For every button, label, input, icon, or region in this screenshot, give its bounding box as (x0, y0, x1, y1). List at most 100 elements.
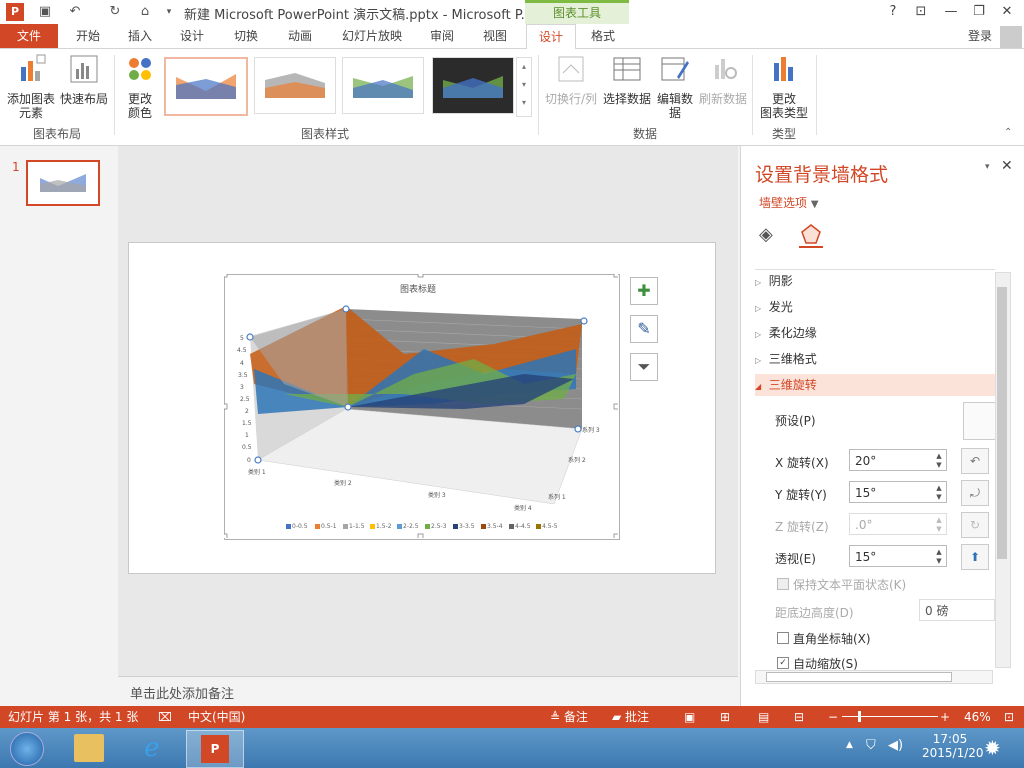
undo-icon[interactable]: ↶ (66, 3, 84, 21)
wall-options-dropdown[interactable]: 墙壁选项 ▼ (759, 194, 819, 211)
chart-styles-brush-icon[interactable]: ✎ (630, 315, 658, 343)
tab-review[interactable]: 审阅 (418, 24, 466, 48)
zoom-out-icon[interactable]: − (828, 706, 838, 728)
pane-horizontal-scrollbar[interactable] (755, 670, 993, 684)
zoom-slider-thumb[interactable] (858, 711, 861, 722)
quick-layout-button[interactable]: 快速布局 (58, 53, 110, 106)
right-angle-axes-label: 直角坐标轴(X) (793, 632, 871, 646)
section-3d-format[interactable]: ▷ 三维格式 (755, 348, 995, 370)
clock[interactable]: 17:05 2015/1/20 (922, 732, 984, 760)
chart-tools-label: 图表工具 (525, 0, 629, 24)
switch-icon (558, 56, 584, 82)
preset-picker[interactable] (963, 402, 997, 440)
change-chart-type-button[interactable]: 更改 图表类型 (756, 53, 812, 120)
security-shield-icon[interactable]: ⛉ (866, 738, 876, 753)
pane-hscroll-thumb[interactable] (766, 672, 952, 682)
collapse-ribbon-icon[interactable]: ⌃ (1004, 127, 1012, 138)
fit-to-window-icon[interactable]: ⊡ (1004, 706, 1014, 728)
tab-animations[interactable]: 动画 (276, 24, 324, 48)
tab-slideshow[interactable]: 幻灯片放映 (334, 24, 410, 48)
presentation-icon[interactable]: ⌂ (136, 3, 154, 21)
slide-thumbnail[interactable] (26, 160, 100, 206)
y-rotation-input[interactable]: 15° ▲ ▼ (849, 481, 947, 503)
tab-transitions[interactable]: 切换 (222, 24, 270, 48)
chart-filter-icon[interactable]: ⏷ (630, 353, 658, 381)
z-rotation-input[interactable]: .0° ▲ ▼ (849, 513, 947, 535)
notes-placeholder[interactable]: 单击此处添加备注 (130, 683, 234, 702)
keep-text-flat-checkbox[interactable] (777, 578, 789, 590)
legend-item: 4.5-5 (536, 523, 558, 530)
styles-scroll[interactable]: ▴ ▾ ▾ (516, 57, 532, 117)
tab-home[interactable]: 开始 (66, 24, 110, 48)
customize-qat-icon[interactable]: ▾ (160, 3, 178, 21)
save-icon[interactable]: ▣ (36, 3, 54, 21)
tab-file[interactable]: 文件 (0, 24, 58, 48)
chart-style-1[interactable] (164, 57, 248, 116)
minimize-icon[interactable]: — (940, 2, 962, 22)
notes-pane[interactable]: 单击此处添加备注 (118, 676, 738, 707)
restore-icon[interactable]: ❐ (968, 2, 990, 22)
switch-row-column-button[interactable]: 切换行/列 (542, 53, 600, 106)
close-icon[interactable]: ✕ (996, 2, 1018, 22)
tab-view[interactable]: 视图 (472, 24, 518, 48)
pane-options-icon[interactable]: ▾ (985, 162, 990, 172)
reading-view-icon[interactable]: ▤ (758, 706, 769, 728)
zoom-level[interactable]: 46% (964, 706, 991, 728)
chart-elements-button[interactable]: ✚ (630, 277, 658, 305)
tab-chart-design[interactable]: 设计 (526, 24, 576, 50)
normal-view-icon[interactable]: ▣ (684, 706, 695, 728)
change-colors-button[interactable]: 更改 颜色 (118, 53, 162, 120)
tab-design[interactable]: 设计 (170, 24, 214, 48)
y-rotate-icon[interactable]: ⤾ (961, 480, 989, 506)
zoom-in-icon[interactable]: + (940, 706, 950, 728)
section-soft-edges[interactable]: ▷ 柔化边缘 (755, 322, 995, 344)
volume-icon[interactable]: ◀) (888, 738, 903, 753)
perspective-input[interactable]: 15° ▲ ▼ (849, 545, 947, 567)
signin-link[interactable]: 登录 (962, 24, 998, 48)
effects-pentagon-icon[interactable] (799, 222, 823, 248)
chart-style-2[interactable] (254, 57, 336, 114)
edit-data-button[interactable]: 编辑数 据 (654, 53, 696, 120)
section-3d-rotation[interactable]: ◢ 三维旋转 (755, 374, 995, 396)
internet-explorer-icon[interactable]: ℯ (136, 732, 168, 764)
file-explorer-icon[interactable] (74, 734, 104, 762)
chart-style-4[interactable] (432, 57, 514, 114)
refresh-data-button[interactable]: 刷新数据 (698, 53, 748, 106)
powerpoint-taskbar-button[interactable]: P (186, 730, 244, 768)
comments-toggle[interactable]: ▰ 批注 (612, 706, 649, 728)
section-shadow[interactable]: ▷ 阴影 (755, 270, 995, 292)
start-button[interactable] (10, 732, 44, 766)
add-chart-element-button[interactable]: 添加图表 元素 (4, 53, 58, 120)
select-data-button[interactable]: 选择数据 (602, 53, 652, 106)
tab-insert[interactable]: 插入 (118, 24, 162, 48)
notes-toggle[interactable]: ≜ 备注 (550, 706, 588, 728)
x-rotate-left-icon[interactable]: ↶ (961, 448, 989, 474)
slide-sorter-icon[interactable]: ⊞ (720, 706, 730, 728)
z-rotate-icon[interactable]: ↻ (961, 512, 989, 538)
section-glow[interactable]: ▷ 发光 (755, 296, 995, 318)
brightness-icon[interactable]: ✹ (984, 736, 1001, 760)
powerpoint-icon: P (201, 735, 229, 763)
spellcheck-icon[interactable]: ⌧ (158, 706, 172, 728)
redo-icon[interactable]: ↻ (106, 3, 124, 21)
pane-vertical-scrollbar[interactable] (995, 272, 1011, 668)
x-rotation-label: X 旋转(X) (775, 456, 829, 470)
language-status[interactable]: 中文(中国) (188, 706, 245, 728)
legend-swatch (397, 524, 402, 529)
fill-bucket-icon[interactable]: ◈ (759, 224, 783, 248)
chart-style-3[interactable] (342, 57, 424, 114)
tab-format[interactable]: 格式 (580, 24, 626, 48)
slideshow-icon[interactable]: ⊟ (794, 706, 804, 728)
x-rotation-input[interactable]: 20° ▲ ▼ (849, 449, 947, 471)
avatar[interactable] (1000, 26, 1022, 48)
autoscale-checkbox[interactable]: ✓ (777, 657, 789, 669)
pane-scroll-thumb[interactable] (997, 287, 1007, 559)
tray-expand-icon[interactable]: ▲ (846, 740, 853, 750)
help-button[interactable]: ? (882, 2, 904, 22)
perspective-up-icon[interactable]: ⬆ (961, 544, 989, 570)
pane-close-icon[interactable]: ✕ (1001, 158, 1013, 174)
ribbon-display-icon[interactable]: ⊡ (910, 2, 932, 22)
zoom-slider[interactable] (842, 716, 938, 717)
bottom-distance-input[interactable]: 0 磅 (919, 599, 995, 621)
right-angle-axes-checkbox[interactable] (777, 632, 789, 644)
